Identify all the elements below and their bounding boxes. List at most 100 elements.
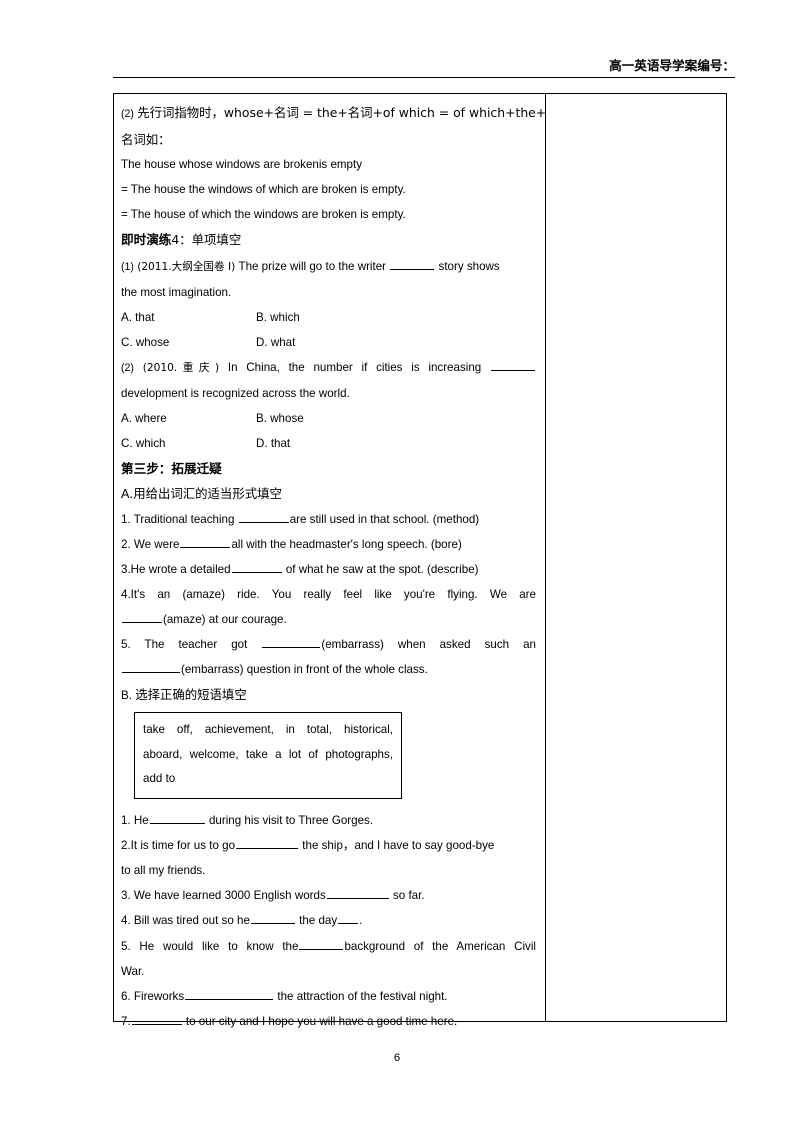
- item-blank[interactable]: [262, 636, 321, 648]
- q1-number: (1): [121, 260, 134, 273]
- section-b-item-2-line1: 2.It is time for us to go the ship，and I…: [121, 833, 536, 858]
- item-blank[interactable]: [122, 611, 162, 623]
- item-text-2: (amaze) at our courage.: [163, 612, 287, 626]
- word-bank-line-2: aboard, welcome, take a lot of photograp…: [143, 747, 393, 761]
- item-text-1: Fireworks: [133, 989, 185, 1003]
- practice4-heading: 即时演练4：单项填空: [121, 227, 536, 253]
- item-text-1: Bill was tired out so he: [133, 914, 250, 928]
- item-blank-2[interactable]: [338, 912, 359, 925]
- item-text-2: the day: [299, 914, 338, 928]
- item-text-3: .: [359, 914, 363, 928]
- section-a-item-4-line2: (amaze) at our courage.: [121, 607, 536, 632]
- item-blank[interactable]: [122, 661, 180, 674]
- item-text-1: It is time for us to go: [130, 839, 236, 853]
- q1-answer-blank[interactable]: [390, 258, 435, 270]
- grammar-note-text: 先行词指物时，whose+名词 = the+名词+of which = of w…: [137, 105, 547, 120]
- practice4-q2-line2: development is recognized across the wor…: [121, 387, 350, 401]
- section-b-item-5-line1: 5. He would like to know the background o…: [121, 934, 536, 959]
- item-number: 7.: [121, 1014, 131, 1028]
- item-number: 2.: [121, 839, 131, 853]
- q1-option-a[interactable]: A. that: [121, 305, 256, 330]
- item-blank[interactable]: [231, 561, 282, 573]
- item-number: 1.: [121, 814, 131, 828]
- example-sentence-3: = The house of which the windows are bro…: [121, 208, 406, 222]
- item-text-2: so far.: [393, 889, 425, 903]
- q1-source: (2011.大纲全国卷 I): [137, 260, 236, 273]
- q2-option-row-2: C. which D. that: [121, 431, 536, 456]
- q1-option-b[interactable]: B. which: [256, 311, 300, 324]
- item-text-1: He: [133, 814, 149, 828]
- item-blank[interactable]: [299, 938, 344, 950]
- practice4-q1-line1: (1) (2011.大纲全国卷 I) The prize will go to …: [121, 254, 536, 280]
- section-b-title-prefix: B.: [121, 689, 132, 703]
- table-cell-main: (2) 先行词指物时，whose+名词 = the+名词+of which = …: [114, 94, 546, 1028]
- table-cell-side-empty: [546, 94, 726, 1021]
- item-blank[interactable]: [180, 536, 231, 548]
- q1-option-row-2: C. whose D. what: [121, 330, 536, 355]
- q2-option-c[interactable]: C. which: [121, 431, 256, 456]
- item-text-1: We were: [133, 537, 180, 551]
- item-text-1: Traditional teaching: [133, 512, 235, 526]
- item-text-2: are still used in that school. (method): [289, 512, 480, 526]
- word-bank-box: take off, achievement, in total, histori…: [134, 712, 402, 800]
- item-text-1: It's an (amaze) ride. You really feel li…: [130, 587, 536, 601]
- section-a-item-4-line1: 4.It's an (amaze) ride. You really feel …: [121, 582, 536, 607]
- item-number: 4.: [121, 587, 131, 601]
- item-text-1: The teacher got: [144, 637, 248, 651]
- section-b-item-3: 3. We have learned 3000 English words so…: [121, 883, 536, 908]
- grammar-note-line1: (2) 先行词指物时，whose+名词 = the+名词+of which = …: [121, 100, 546, 127]
- item-text-2: during his visit to Three Gorges.: [208, 814, 374, 828]
- item-text-2: the ship，and I have to say good-bye: [302, 839, 495, 853]
- q2-option-a[interactable]: A. where: [121, 406, 256, 431]
- section-a-item-2: 2. We were all with the headmaster's long…: [121, 532, 536, 557]
- item-blank[interactable]: [131, 1013, 182, 1025]
- section-b-item-5-line2: War.: [121, 964, 145, 978]
- item-number: 3.: [121, 889, 131, 903]
- word-bank-line-1: take off, achievement, in total, histori…: [143, 723, 393, 737]
- q2-option-row-1: A. where B. whose: [121, 406, 536, 431]
- practice4-q2-line1: (2) (2010.重庆) In China, the number if ci…: [121, 355, 536, 381]
- item-number: 3.: [121, 562, 131, 576]
- q1-option-c[interactable]: C. whose: [121, 330, 256, 355]
- header-title: 高一英语导学案编号：: [609, 58, 735, 73]
- content-table: (2) 先行词指物时，whose+名词 = the+名词+of which = …: [113, 93, 727, 1028]
- item-blank[interactable]: [236, 837, 299, 850]
- q2-answer-blank[interactable]: [490, 359, 535, 371]
- item-blank[interactable]: [185, 988, 274, 1000]
- page-header: 高一英语导学案编号：: [113, 48, 735, 78]
- q1-option-d[interactable]: D. what: [256, 336, 295, 349]
- page-number: 6: [393, 1052, 401, 1064]
- q2-option-b[interactable]: B. whose: [256, 412, 304, 425]
- practice4-q1-line2: the most imagination.: [121, 285, 232, 299]
- item-blank[interactable]: [250, 912, 295, 925]
- item-blank[interactable]: [149, 812, 205, 825]
- example-sentence-2: = The house the windows of which are bro…: [121, 183, 406, 197]
- section-b-title-text: 选择正确的短语填空: [135, 687, 247, 703]
- item-blank[interactable]: [326, 887, 389, 900]
- section-a-item-1: 1. Traditional teaching are still used i…: [121, 507, 536, 532]
- word-bank-line-3: add to: [143, 772, 176, 786]
- item-text-1: He would like to know the: [139, 939, 299, 953]
- section-b-item-4: 4. Bill was tired out so he the day.: [121, 908, 536, 933]
- section-a-item-5-line1: 5. The teacher got (embarrass) when aske…: [121, 632, 536, 657]
- item-number: 1.: [121, 512, 131, 526]
- item-text-1: We have learned 3000 English words: [133, 889, 326, 903]
- q2-option-d[interactable]: D. that: [256, 437, 290, 450]
- section-a-title: A.用给出词汇的适当形式填空: [121, 486, 282, 502]
- q1-text-after: story shows: [438, 259, 500, 273]
- item-number: 4.: [121, 914, 131, 928]
- grammar-note-line2: 名词如：: [121, 132, 171, 148]
- item-text-2: the attraction of the festival night.: [277, 989, 448, 1003]
- document-page: 高一英语导学案编号： (2) 先行词指物时，whose+名词 = the+名词+…: [0, 0, 794, 1123]
- example-sentence-1: The house whose windows are brokenis emp…: [121, 158, 363, 172]
- section-b-item-6: 6. Fireworks the attraction of the festi…: [121, 984, 536, 1009]
- item-number: 6.: [121, 989, 131, 1003]
- q2-number: (2): [121, 361, 134, 374]
- item-blank[interactable]: [238, 511, 289, 523]
- item-text-2: of what he saw at the spot. (describe): [285, 562, 479, 576]
- q1-option-row-1: A. that B. which: [121, 305, 536, 330]
- section-a-item-3: 3.He wrote a detailed of what he saw at …: [121, 557, 536, 582]
- practice4-heading-rest: 4：单项填空: [171, 232, 242, 248]
- section-a-item-5-line2: (embarrass) question in front of the who…: [121, 657, 536, 682]
